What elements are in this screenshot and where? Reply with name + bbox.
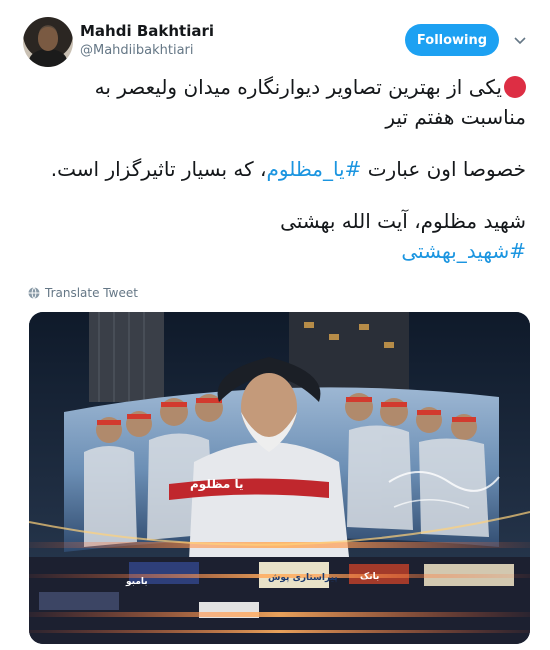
tweet-line-3-after: ، که بسیار تاثیرگزار است. — [50, 157, 267, 181]
shop-sign-2: بامبو — [126, 577, 148, 587]
avatar-face — [38, 27, 58, 51]
hashtag-shahid-beheshti[interactable]: #شهید_بهشتی — [401, 239, 526, 263]
tweet-line-3-before: خصوصا اون عبارت — [361, 157, 526, 181]
tweet-text: یکی از بهترین تصاویر دیوارنگاره میدان ول… — [28, 72, 526, 266]
shop-sign-3: بانک — [360, 572, 380, 582]
tweet-line-2: مناسبت هفتم تیر — [385, 105, 526, 129]
author-name[interactable]: Mahdi Bakhtiari — [80, 22, 214, 40]
tweet-line-4: شهید مظلوم، آیت الله بهشتی — [280, 209, 526, 233]
avatar-shoulders — [29, 49, 67, 67]
red-circle-icon — [504, 76, 526, 98]
author-avatar[interactable] — [23, 17, 73, 67]
tweet-line-3: خصوصا اون عبارت #یا_مظلوم، که بسیار تاثی… — [28, 154, 526, 184]
translate-tweet-label: Translate Tweet — [45, 286, 138, 300]
tweet-line-1: یکی از بهترین تصاویر دیوارنگاره میدان ول… — [28, 72, 526, 102]
globe-icon — [28, 287, 40, 299]
translate-tweet-link[interactable]: Translate Tweet — [28, 286, 138, 300]
following-button[interactable]: Following — [405, 24, 499, 56]
hashtag-ya-mazloum[interactable]: #یا_مظلوم — [266, 157, 361, 181]
mural-image — [29, 312, 530, 644]
tweet-photo[interactable] — [29, 312, 530, 644]
chevron-down-icon[interactable] — [512, 32, 528, 48]
mural-banner-text: یا مظلوم — [190, 477, 244, 491]
shop-sign-1: پیراستاری پوش — [268, 573, 338, 583]
tweet-line-1-text: یکی از بهترین تصاویر دیوارنگاره میدان ول… — [94, 75, 502, 99]
author-handle[interactable]: @Mahdiibakhtiari — [80, 43, 194, 58]
